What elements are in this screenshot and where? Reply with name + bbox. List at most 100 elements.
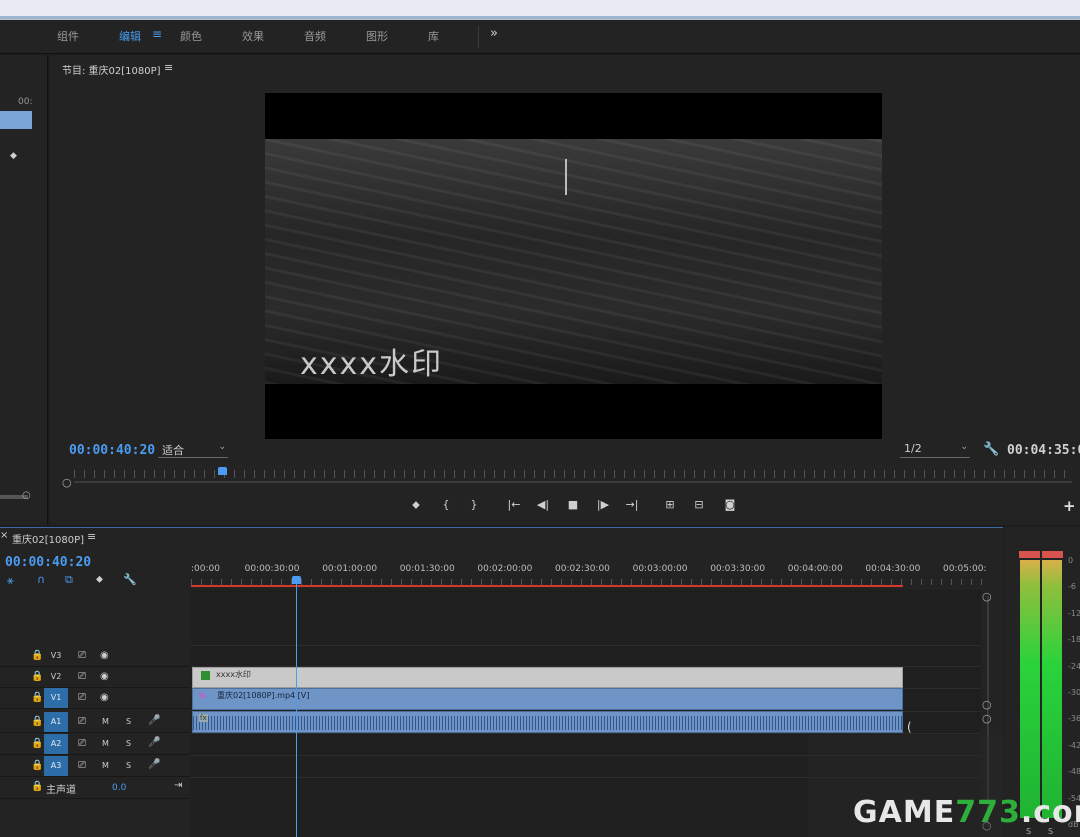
add-button[interactable]: + [1063,497,1076,515]
source-zoom-handle-icon[interactable]: ○ [22,490,31,501]
meter-scale-label: -12 [1068,608,1080,618]
workspace-overflow-icon[interactable]: » [490,26,498,41]
eye-icon[interactable]: ◉ [100,650,109,661]
scroll-handle-top-icon[interactable]: ○ [982,590,992,603]
program-scrub-track[interactable] [74,481,1072,483]
timeline-timecode[interactable]: 00:00:40:20 [5,555,91,570]
program-video-frame[interactable]: xxxx水印 [265,93,882,439]
watermark-text: xxxx水印 [300,347,444,382]
tab-effects[interactable]: 效果 [242,28,264,44]
tab-editing[interactable]: 编辑 [119,28,141,44]
source-panel-edge: 00: ◆ ○ [0,55,48,525]
lock-icon[interactable]: 🔒 [31,760,43,771]
add-marker-icon[interactable]: ⬥ [96,574,103,585]
extract-icon[interactable]: ⊟ [692,498,706,512]
lock-icon[interactable]: 🔒 [31,738,43,749]
mark-out-icon[interactable]: } [467,498,481,512]
microphone-icon[interactable]: 🎤 [148,715,160,726]
mute-button[interactable]: M [102,761,109,770]
tab-components[interactable]: 组件 [57,28,79,44]
ruler-label: 00:01:00:00 [322,564,378,574]
program-current-timecode[interactable]: 00:00:40:20 [69,443,155,458]
close-icon[interactable]: × [0,530,8,541]
wrench-icon[interactable]: 🔧 [983,442,999,457]
program-monitor-menu-icon[interactable]: ≡ [164,61,173,74]
editing-menu-icon[interactable]: ≡ [152,27,162,41]
eye-icon[interactable]: ◉ [100,692,109,703]
sync-lock-icon[interactable]: ⎚ [78,671,86,682]
program-playhead[interactable] [217,467,227,475]
lift-icon[interactable]: ⊞ [663,498,677,512]
source-clip-highlight[interactable] [0,111,32,129]
nest-toggle-icon[interactable]: ⚹ [7,574,14,588]
ruler-label: :00:00 [191,564,220,574]
timeline-playhead-handle[interactable] [292,576,302,584]
eye-icon[interactable]: ◉ [100,671,109,682]
resolution-select[interactable]: 1/2 ⌄ [900,442,970,458]
tab-libraries[interactable]: 库 [428,28,439,44]
mark-in-icon[interactable]: { [439,498,453,512]
meter-scale-label: -6 [1068,582,1076,592]
meter-bar-right [1042,560,1062,818]
brand-logo-text: GAME773.com [853,795,1080,830]
go-to-out-icon[interactable]: →| [625,498,639,512]
tab-audio[interactable]: 音频 [304,28,326,44]
lock-icon[interactable]: 🔒 [31,692,43,703]
fit-zoom-select[interactable]: 适合 ⌄ [158,442,228,458]
tab-color[interactable]: 颜色 [180,28,202,44]
go-to-in-icon[interactable]: |← [507,498,521,512]
microphone-icon[interactable]: 🎤 [148,759,160,770]
track-target-v1[interactable]: V1 [44,688,68,708]
track-target-a3[interactable]: A3 [44,756,68,776]
tab-graphics[interactable]: 图形 [366,28,388,44]
clip-watermark-label: xxxx水印 [216,670,251,679]
track-target-a1[interactable]: A1 [44,712,68,732]
timeline-settings-icon[interactable]: 🔧 [123,573,137,586]
linked-selection-icon[interactable]: ⧉ [65,573,73,587]
ruler-label: 00:04:00:00 [787,564,843,574]
ruler-label: 00:01:30:00 [399,564,455,574]
mute-button[interactable]: M [102,739,109,748]
scroll-handle-low-icon[interactable]: ○ [982,712,992,725]
lock-icon[interactable]: 🔒 [31,650,43,661]
step-forward-icon[interactable]: |▶ [596,498,610,512]
go-to-end-icon[interactable]: ⇥ [174,780,182,791]
program-monitor-title[interactable]: 节目: 重庆02[1080P] [62,62,161,77]
solo-button[interactable]: S [126,717,131,726]
source-time-fragment: 00: [18,97,33,107]
ruler-label: 00:04:30:00 [865,564,921,574]
track-target-a2[interactable]: A2 [44,734,68,754]
keyframe-icon[interactable]: ◆ [10,151,17,161]
timeline-playhead-line [296,584,298,837]
sync-lock-icon[interactable]: ⎚ [78,760,86,771]
track-target-v2[interactable]: V2 [44,667,68,687]
ruler-label: 00:02:30:00 [555,564,610,574]
ruler-label: 00:03:00:00 [632,564,688,574]
zoom-handle-icon[interactable]: ○ [62,476,72,489]
clip-video-v1[interactable]: fx 重庆02[1080P].mp4 [V] [192,688,903,710]
stop-icon[interactable]: ■ [566,498,580,512]
sequence-tab-title[interactable]: 重庆02[1080P] [12,531,84,546]
mute-button[interactable]: M [102,717,109,726]
export-frame-icon[interactable]: ◙ [723,498,737,512]
scroll-handle-mid-icon[interactable]: ○ [982,698,992,711]
lock-icon[interactable]: 🔒 [31,781,43,792]
clip-watermark-title[interactable]: xxxx水印 [192,667,903,688]
track-target-v3[interactable]: V3 [44,646,68,666]
marker-icon[interactable]: ⬥ [409,498,423,512]
lock-icon[interactable]: 🔒 [31,671,43,682]
microphone-icon[interactable]: 🎤 [148,737,160,748]
sync-lock-icon[interactable]: ⎚ [78,650,86,661]
sync-lock-icon[interactable]: ⎚ [78,738,86,749]
lock-icon[interactable]: 🔒 [31,716,43,727]
clip-audio-a1[interactable]: fx [192,711,903,733]
step-back-icon[interactable]: ◀| [536,498,550,512]
ruler-label: 00:02:00:00 [477,564,533,574]
master-volume-value[interactable]: 0.0 [112,783,126,793]
sequence-menu-icon[interactable]: ≡ [87,530,96,543]
snap-magnet-icon[interactable]: ∩ [37,573,45,586]
sync-lock-icon[interactable]: ⎚ [78,716,86,727]
sync-lock-icon[interactable]: ⎚ [78,692,86,703]
solo-button[interactable]: S [126,739,131,748]
solo-button[interactable]: S [126,761,131,770]
